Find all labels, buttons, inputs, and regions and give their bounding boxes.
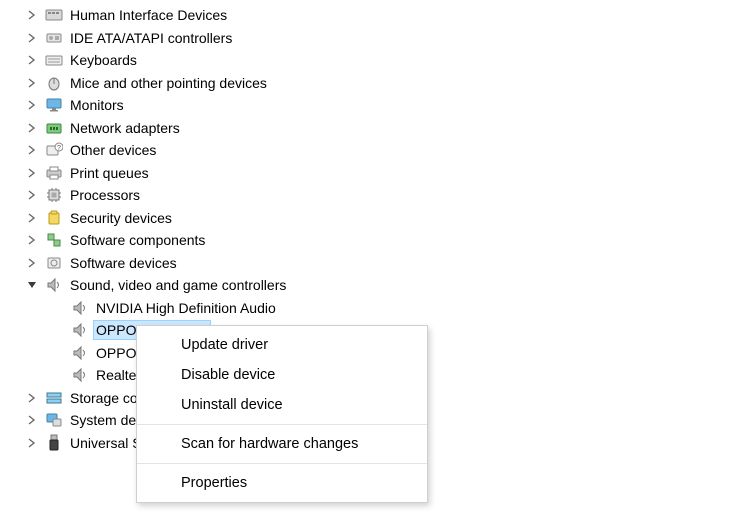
tree-item-label: Processors [68, 186, 142, 204]
tree-item-sound[interactable]: Sound, video and game controllers [6, 274, 756, 297]
security-icon [44, 209, 64, 227]
tree-item-label: Human Interface Devices [68, 6, 229, 24]
tree-item-swdev[interactable]: Software devices [6, 252, 756, 275]
chevron-right-icon[interactable] [24, 52, 40, 68]
menu-properties[interactable]: Properties [137, 468, 427, 498]
chevron-right-icon[interactable] [24, 187, 40, 203]
chevron-right-icon[interactable] [24, 75, 40, 91]
storage-icon [44, 389, 64, 407]
tree-item-label: Print queues [68, 164, 151, 182]
hid-icon [44, 6, 64, 24]
software-device-icon [44, 254, 64, 272]
tree-item-ide[interactable]: IDE ATA/ATAPI controllers [6, 27, 756, 50]
menu-scan-hardware[interactable]: Scan for hardware changes [137, 429, 427, 459]
tree-item-processors[interactable]: Processors [6, 184, 756, 207]
tree-item-label: IDE ATA/ATAPI controllers [68, 29, 234, 47]
chevron-right-icon[interactable] [24, 210, 40, 226]
menu-separator [137, 463, 427, 464]
svg-text:?: ? [57, 145, 61, 152]
sound-icon [44, 276, 64, 294]
tree-item-label: Monitors [68, 96, 126, 114]
sound-icon [70, 344, 90, 362]
chevron-right-icon[interactable] [24, 255, 40, 271]
tree-item-label: NVIDIA High Definition Audio [94, 299, 278, 317]
ide-icon [44, 29, 64, 47]
chevron-right-icon[interactable] [24, 412, 40, 428]
tree-item-label: Software devices [68, 254, 179, 272]
tree-item-hid[interactable]: Human Interface Devices [6, 4, 756, 27]
tree-item-label: Network adapters [68, 119, 182, 137]
context-menu: Update driver Disable device Uninstall d… [136, 325, 428, 503]
chevron-right-icon[interactable] [24, 390, 40, 406]
tree-item-label: Software components [68, 231, 207, 249]
menu-separator [137, 424, 427, 425]
tree-item-other[interactable]: ? Other devices [6, 139, 756, 162]
tree-item-label: Sound, video and game controllers [68, 276, 288, 294]
sound-icon [70, 321, 90, 339]
printer-icon [44, 164, 64, 182]
software-component-icon [44, 231, 64, 249]
cpu-icon [44, 186, 64, 204]
chevron-right-icon[interactable] [24, 30, 40, 46]
monitor-icon [44, 96, 64, 114]
tree-item-security[interactable]: Security devices [6, 207, 756, 230]
tree-item-keyboards[interactable]: Keyboards [6, 49, 756, 72]
sound-icon [70, 366, 90, 384]
tree-item-network[interactable]: Network adapters [6, 117, 756, 140]
tree-item-label: Mice and other pointing devices [68, 74, 269, 92]
chevron-right-icon[interactable] [24, 7, 40, 23]
mouse-icon [44, 74, 64, 92]
other-devices-icon: ? [44, 141, 64, 159]
tree-item-sound-child[interactable]: NVIDIA High Definition Audio [6, 297, 756, 320]
tree-item-label: Security devices [68, 209, 174, 227]
chevron-right-icon[interactable] [24, 165, 40, 181]
usb-icon [44, 434, 64, 452]
tree-item-monitors[interactable]: Monitors [6, 94, 756, 117]
menu-disable-device[interactable]: Disable device [137, 360, 427, 390]
tree-item-label: Other devices [68, 141, 158, 159]
menu-update-driver[interactable]: Update driver [137, 330, 427, 360]
chevron-down-icon[interactable] [24, 277, 40, 293]
tree-item-mice[interactable]: Mice and other pointing devices [6, 72, 756, 95]
system-icon [44, 411, 64, 429]
chevron-right-icon[interactable] [24, 232, 40, 248]
keyboard-icon [44, 51, 64, 69]
chevron-right-icon[interactable] [24, 120, 40, 136]
tree-item-print[interactable]: Print queues [6, 162, 756, 185]
chevron-right-icon[interactable] [24, 97, 40, 113]
chevron-right-icon[interactable] [24, 435, 40, 451]
menu-uninstall-device[interactable]: Uninstall device [137, 390, 427, 420]
sound-icon [70, 299, 90, 317]
network-icon [44, 119, 64, 137]
tree-item-swcomp[interactable]: Software components [6, 229, 756, 252]
chevron-right-icon[interactable] [24, 142, 40, 158]
tree-item-label: Keyboards [68, 51, 139, 69]
